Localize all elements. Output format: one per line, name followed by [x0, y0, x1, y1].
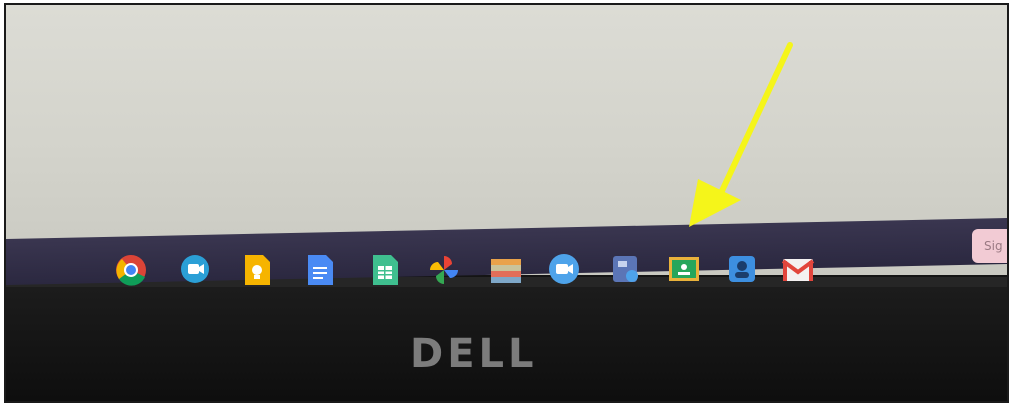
annotation-arrow-icon — [689, 42, 793, 227]
photo-frame: Sig DELL — [4, 3, 1009, 403]
